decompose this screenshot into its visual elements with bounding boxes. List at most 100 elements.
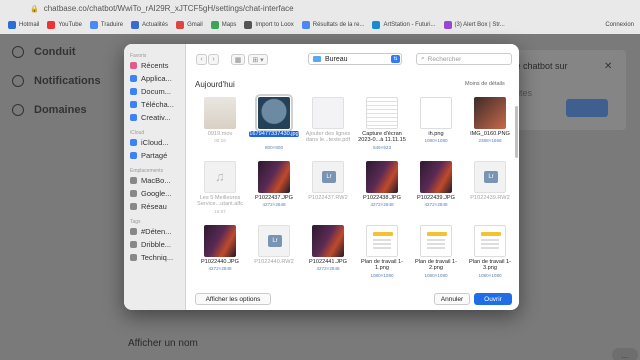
bookmark-label: Hotmail	[19, 22, 40, 28]
bookmark-item[interactable]: ArtStation - Futuri...	[372, 21, 436, 29]
dialog-toolbar: ‹ › ▦ ⊞ ▾ Bureau ⇅ ⌕ Rechercher	[186, 44, 519, 74]
file-tile[interactable]: Lr P1022440.RW2	[248, 225, 300, 287]
sidebar-item-label: Google...	[141, 189, 172, 198]
plan-header-bar	[373, 232, 393, 236]
sidebar-item-icon	[130, 101, 137, 108]
forward-button[interactable]: ›	[208, 54, 219, 65]
file-tile[interactable]: Ajouter des lignes dans le...texte.pdf	[302, 97, 354, 159]
open-button[interactable]: Ouvrir	[474, 293, 512, 305]
sidebar-item-label: Techniq...	[141, 253, 174, 262]
bookmark-icon	[210, 21, 219, 29]
sidebar-item[interactable]: Dribble...	[130, 240, 171, 249]
file-name: P1022441.JPG	[302, 259, 354, 265]
plan-text-line	[373, 239, 391, 241]
file-tile[interactable]: P1022439.JPG 4272×2848	[410, 161, 462, 223]
sidebar-item-label: Partagé	[141, 151, 168, 160]
file-thumbnail: Lr	[258, 225, 290, 257]
bookmark-icon	[443, 21, 452, 29]
address-bar[interactable]: 🔒 chatbase.co/chatbot/WwiTo_rAI29R_xJTCF…	[30, 2, 294, 15]
grid-view-button[interactable]: ▦	[231, 54, 245, 65]
sidebar-item[interactable]: Applica...	[130, 74, 172, 83]
bookmark-item[interactable]: Maps	[210, 21, 237, 29]
file-meta: 800×800	[264, 144, 283, 150]
plan-text-line	[373, 243, 391, 245]
globe-icon	[12, 104, 24, 116]
search-input[interactable]: ⌕ Rechercher	[416, 53, 512, 65]
sidebar-item[interactable]: Réseau	[130, 202, 167, 211]
file-tile[interactable]: Lr P1022439.RW2	[464, 161, 516, 223]
bookmark-item[interactable]: Import to Loox	[244, 21, 294, 29]
card-action-button[interactable]	[566, 99, 608, 117]
file-tile[interactable]: P1022437.JPG 4272×2848	[248, 161, 300, 223]
bookmark-item[interactable]: YouTube	[47, 21, 82, 29]
file-tile[interactable]: Plan de travail 1-1.png 1080×1080	[356, 225, 408, 287]
sidebar-item[interactable]: Docum...	[130, 87, 171, 96]
file-name: P1022438.JPG	[356, 195, 408, 201]
sidebar-item[interactable]: Creativ...	[130, 113, 170, 122]
file-tile[interactable]: 1679477337430.jpg 800×800	[248, 94, 300, 159]
bookmark-item[interactable]: Résultats de la re...	[301, 21, 364, 29]
bookmark-item[interactable]: Actualités	[131, 21, 168, 29]
file-tile[interactable]: Plan de travail 1-2.png 1080×1080	[410, 225, 462, 287]
file-tile[interactable]: Capture d'écran 2023-0...à 11.11.15 546×5…	[356, 97, 408, 159]
sidebar-item[interactable]: MacBo...	[130, 176, 171, 185]
file-tile[interactable]: IMG_0160.PNG 2388×1668	[464, 97, 516, 159]
nav-item-notifications[interactable]: Notifications	[12, 75, 101, 87]
bookmark-label: ArtStation - Futuri...	[383, 22, 436, 28]
bookmarks-bar: Hotmail YouTube Traduire Actualités Gmail Map…	[0, 17, 640, 33]
nav-item-domaines[interactable]: Domaines	[12, 104, 87, 116]
bookmark-item[interactable]: Hotmail	[8, 21, 39, 29]
back-button[interactable]: ‹	[196, 54, 207, 65]
file-thumbnail	[312, 97, 344, 129]
bookmark-label: Maps	[221, 22, 237, 28]
close-icon[interactable]: ✕	[604, 61, 612, 72]
file-tile[interactable]: P1022438.JPG 4272×2848	[356, 161, 408, 223]
file-tile[interactable]: ih.png 1080×1080	[410, 97, 462, 159]
show-options-button[interactable]: Afficher les options	[195, 293, 271, 305]
file-thumbnail	[474, 97, 506, 129]
sidebar-section-heading: Favoris	[130, 53, 147, 59]
bookmark-connexion[interactable]: Connexion	[605, 22, 634, 28]
bookmark-icon	[301, 21, 310, 29]
file-name: P1022437.JPG	[248, 195, 300, 201]
finder-sidebar: Favoris Récents Applica... Docum... Téléchа.…	[124, 44, 186, 310]
chat-icon	[12, 46, 24, 58]
cancel-button[interactable]: Annuler	[434, 293, 470, 305]
file-tile[interactable]: P1022441.JPG 4272×2848	[302, 225, 354, 287]
nav-item-conduit[interactable]: Conduit	[12, 46, 76, 58]
file-tile[interactable]: 0919.mov 00:16	[194, 97, 246, 159]
plan-text-line	[481, 247, 499, 249]
bookmark-item[interactable]: (3) Alert Box | Str...	[443, 21, 505, 29]
file-meta: 4272×2848	[316, 266, 340, 271]
file-tile[interactable]: ♫ Les 5 Meilleures Service...utant.alfc 16…	[194, 161, 246, 223]
sidebar-item[interactable]: Google...	[130, 189, 171, 198]
file-name: 0919.mov	[194, 131, 246, 137]
file-name-text: Plan de travail 1-3.png	[469, 259, 511, 272]
bookmark-item[interactable]: Traduire	[89, 21, 123, 29]
view-options-button[interactable]: ⊞ ▾	[248, 54, 268, 65]
file-tile[interactable]: P1022440.JPG 4272×2848	[194, 225, 246, 287]
plan-header-bar	[481, 232, 501, 236]
sidebar-item[interactable]: Techniq...	[130, 253, 173, 262]
location-select[interactable]: Bureau ⇅	[308, 53, 402, 65]
sidebar-item-icon	[130, 88, 137, 95]
raw-file-icon: Lr	[484, 171, 498, 183]
sidebar-item-icon	[130, 228, 137, 235]
sidebar-item[interactable]: iCloud...	[130, 138, 169, 147]
file-tile[interactable]: Lr P1022437.RW2	[302, 161, 354, 223]
file-thumbnail	[204, 97, 236, 129]
bookmark-item[interactable]: Gmail	[176, 21, 203, 29]
sidebar-item-label: Téléchа...	[141, 100, 174, 109]
sidebar-item[interactable]: #Déten...	[130, 227, 171, 236]
sidebar-item[interactable]: Partagé	[130, 151, 167, 160]
bookmark-label: (3) Alert Box | Str...	[454, 22, 505, 28]
bookmark-icon	[244, 21, 253, 29]
sidebar-item[interactable]: Téléchа...	[130, 100, 174, 109]
file-name-text: P1022440.RW2	[254, 259, 294, 265]
sidebar-item[interactable]: Récents	[130, 61, 169, 70]
file-thumbnail	[420, 225, 452, 257]
file-tile[interactable]: Plan de travail 1-3.png 1080×1080	[464, 225, 516, 287]
more-button[interactable]: ...	[612, 348, 638, 360]
less-details-link[interactable]: Moins de détails	[465, 81, 505, 87]
sidebar-item-icon	[130, 190, 137, 197]
